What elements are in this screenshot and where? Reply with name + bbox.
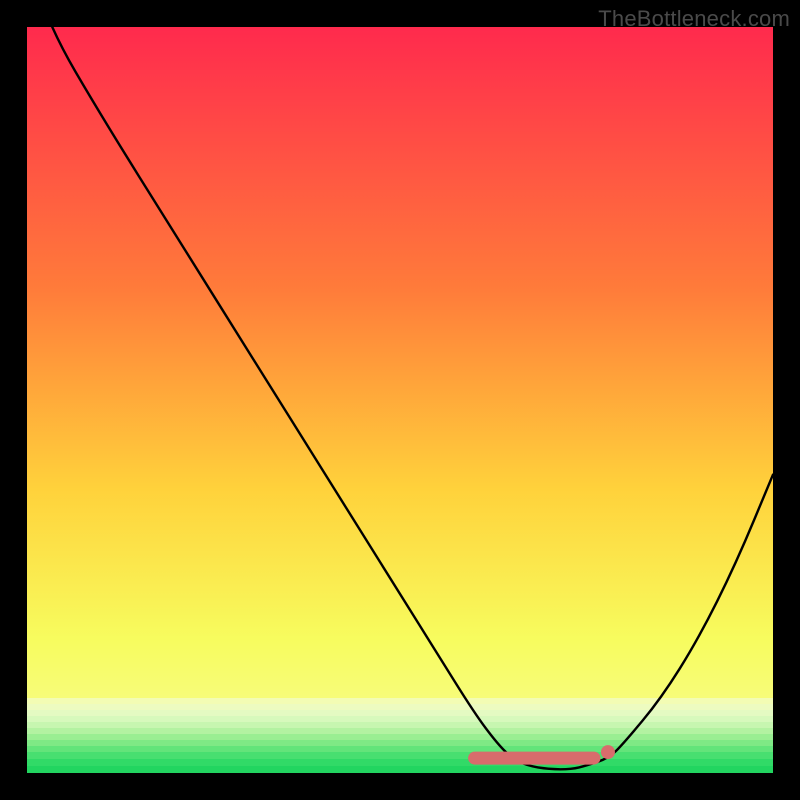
chart-container: TheBottleneck.com: [0, 0, 800, 800]
bottom-bands: [27, 698, 773, 773]
optimal-range-end-dot: [601, 745, 615, 759]
bottleneck-chart: [0, 0, 800, 800]
plot-background: [27, 27, 773, 773]
watermark-text: TheBottleneck.com: [598, 6, 790, 32]
